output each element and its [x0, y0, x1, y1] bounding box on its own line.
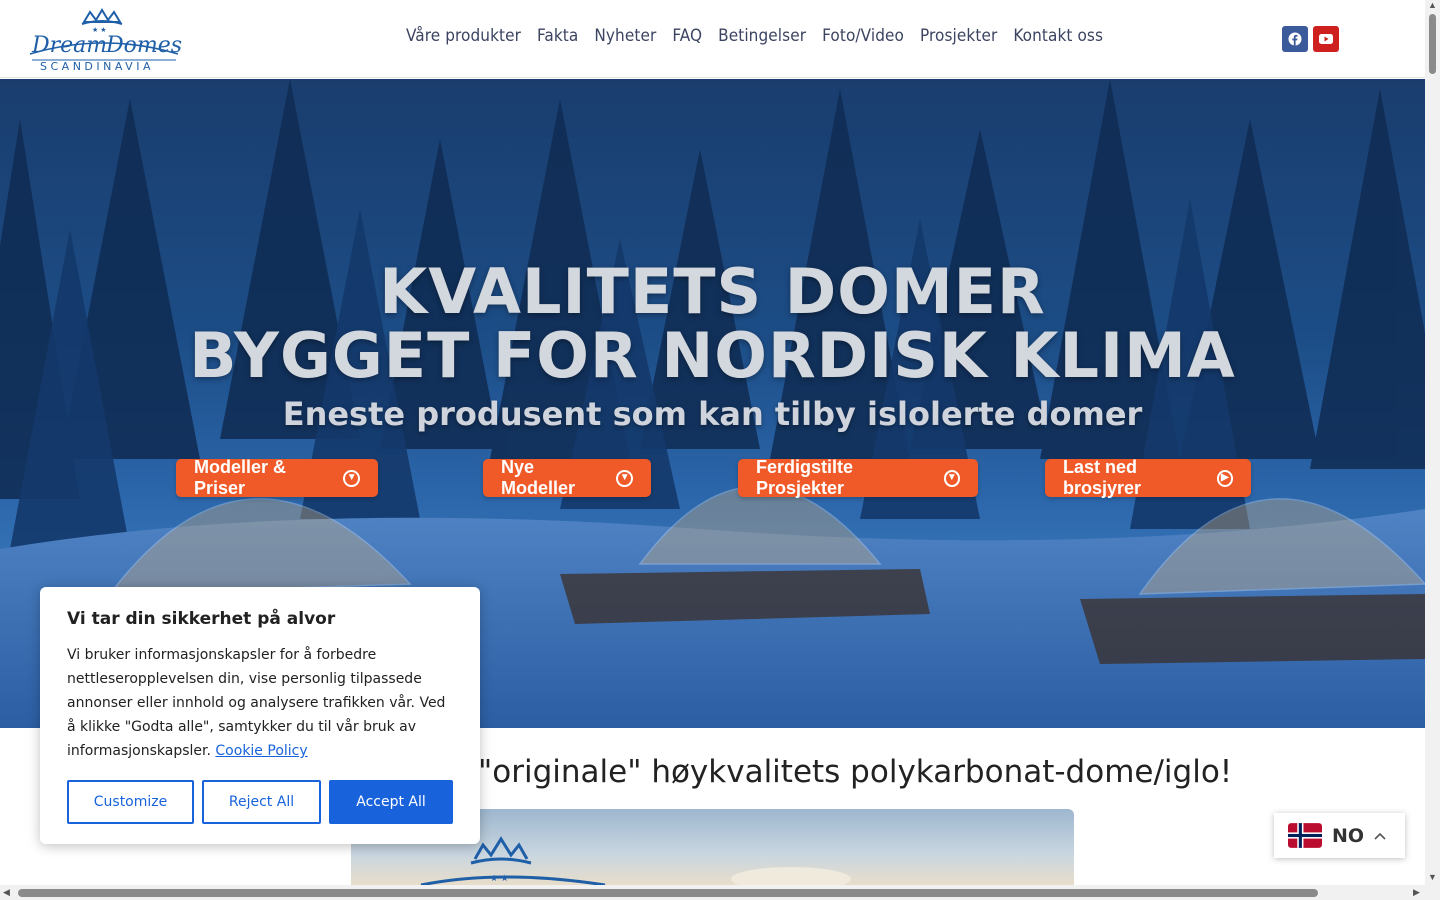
last-ned-brosjyrer-button[interactable]: Last ned brosjyrer ▶	[1045, 457, 1251, 498]
language-switcher[interactable]: NO	[1274, 813, 1405, 858]
vertical-scroll-thumb[interactable]	[1429, 14, 1436, 74]
site-header: ★ ★ Dream Domes SCANDINAVIA Våre produkt…	[0, 0, 1425, 78]
reject-all-button[interactable]: Reject All	[202, 780, 321, 824]
cookie-text: Vi bruker informasjonskapsler for å forb…	[67, 643, 453, 763]
language-code: NO	[1332, 824, 1365, 847]
cookie-title: Vi tar din sikkerhet på alvor	[67, 609, 336, 629]
chevron-up-icon	[1374, 832, 1386, 840]
horizontal-scrollbar[interactable]: ◀ ▶	[0, 885, 1440, 900]
facebook-icon	[1288, 32, 1302, 46]
scroll-right-arrow-icon[interactable]: ▶	[1413, 887, 1420, 898]
cta-label: Last ned brosjyrer	[1063, 457, 1142, 498]
hero-headline-line2: BYGGET FOR NORDISK KLIMA	[189, 319, 1236, 392]
horizontal-scroll-thumb[interactable]	[18, 889, 1318, 897]
cta-label: Nye Modeller	[501, 457, 576, 498]
arrow-right-circle-icon: ▶	[1216, 469, 1233, 487]
nav-item-betingelser[interactable]: Betingelser	[718, 26, 806, 46]
customize-button[interactable]: Customize	[67, 780, 194, 824]
scroll-left-arrow-icon[interactable]: ◀	[3, 887, 10, 898]
nav-item-nyheter[interactable]: Nyheter	[594, 26, 656, 46]
main-nav: Våre produkter Fakta Nyheter FAQ Betinge…	[406, 26, 1103, 46]
section-tagline: "originale" høykvalitets polykarbonat-do…	[478, 754, 1233, 790]
modeller-priser-button[interactable]: Modeller & Priser ▼	[176, 457, 378, 498]
arrow-down-circle-icon: ▼	[343, 469, 360, 487]
youtube-button[interactable]	[1313, 26, 1339, 52]
hero-subtitle: Eneste produsent som kan tilby islolerte…	[282, 395, 1143, 433]
scroll-up-arrow-icon[interactable]: ▲	[1428, 0, 1437, 10]
norway-flag-icon	[1288, 823, 1322, 848]
cookie-consent-dialog: Vi tar din sikkerhet på alvor Vi bruker …	[40, 587, 480, 844]
arrow-down-circle-icon: ▼	[943, 469, 960, 487]
nav-item-faq[interactable]: FAQ	[672, 26, 702, 46]
cookie-policy-link[interactable]: Cookie Policy	[215, 743, 307, 759]
nav-item-foto-video[interactable]: Foto/Video	[822, 26, 904, 46]
nav-item-prosjekter[interactable]: Prosjekter	[920, 26, 997, 46]
hero-headline-line1: KVALITETS DOMER	[379, 255, 1046, 328]
cta-label: Modeller & Priser	[194, 457, 287, 498]
nav-item-fakta[interactable]: Fakta	[537, 26, 578, 46]
logo-text: SCANDINAVIA	[40, 60, 154, 73]
dream-domes-logo[interactable]: ★ ★ Dream Domes SCANDINAVIA	[26, 8, 182, 74]
svg-text:Domes: Domes	[105, 33, 182, 58]
nye-modeller-button[interactable]: Nye Modeller ▼	[483, 457, 651, 498]
cta-label: Ferdigstilte Prosjekter	[756, 457, 854, 498]
youtube-icon	[1319, 34, 1333, 44]
facebook-button[interactable]	[1282, 26, 1308, 52]
nav-item-produkter[interactable]: Våre produkter	[406, 26, 521, 46]
nav-item-kontakt[interactable]: Kontakt oss	[1013, 26, 1103, 46]
accept-all-button[interactable]: Accept All	[329, 780, 453, 824]
svg-text:Dream: Dream	[31, 33, 107, 58]
ferdigstilte-prosjekter-button[interactable]: Ferdigstilte Prosjekter ▼	[738, 457, 978, 498]
vertical-scrollbar[interactable]: ▲ ▼	[1425, 0, 1440, 885]
scroll-down-arrow-icon[interactable]: ▼	[1428, 872, 1437, 882]
arrow-down-circle-icon: ▼	[616, 469, 633, 487]
